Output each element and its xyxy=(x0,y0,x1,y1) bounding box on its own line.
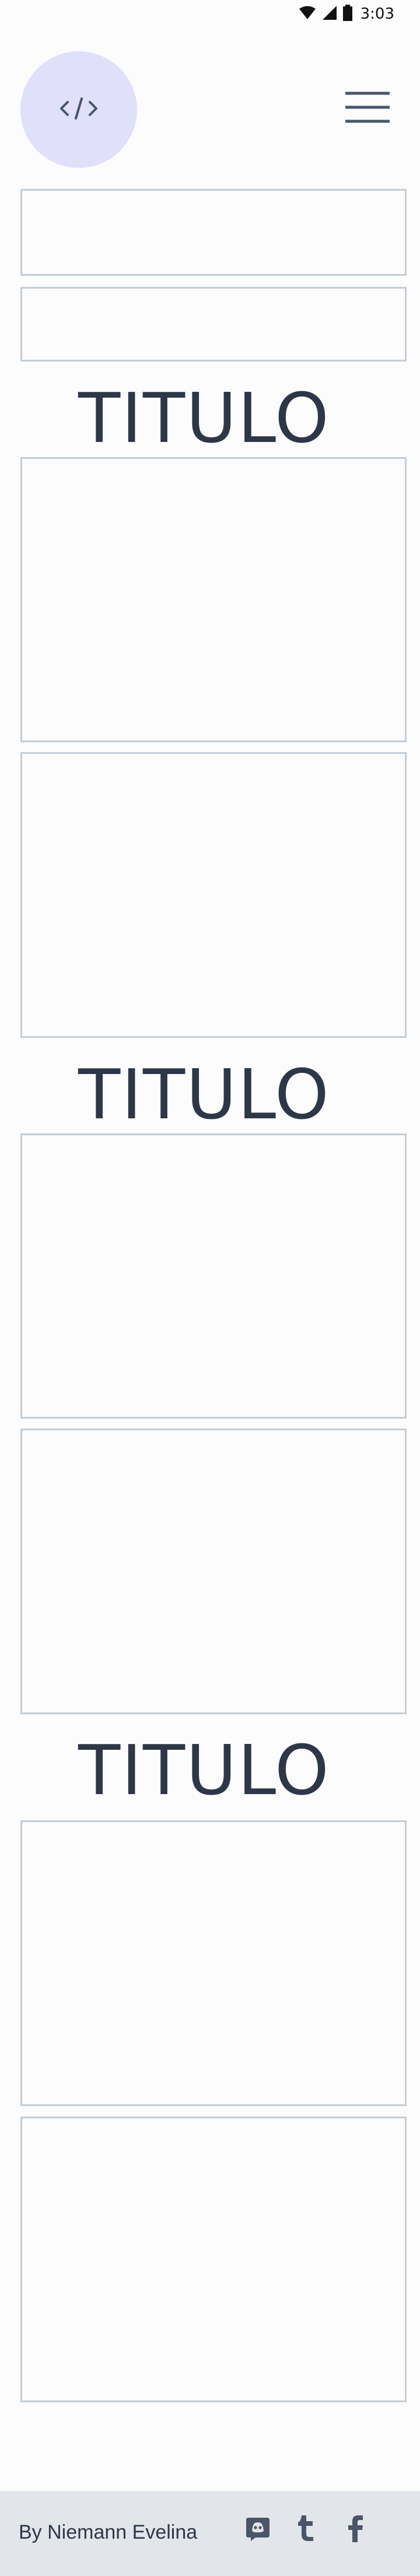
status-icons: 3:03 xyxy=(299,5,394,23)
tumblr-icon xyxy=(295,2514,316,2545)
status-bar: 3:03 xyxy=(0,0,420,28)
facebook-icon xyxy=(347,2514,365,2545)
content-card xyxy=(20,457,407,742)
signal-icon xyxy=(322,5,337,23)
logo[interactable] xyxy=(20,51,137,168)
content-card xyxy=(20,1820,407,2106)
content-card xyxy=(20,1429,407,1714)
top-box xyxy=(20,189,407,276)
section-title: TITULO xyxy=(78,378,330,458)
section-title: TITULO xyxy=(78,1054,330,1135)
discord-icon xyxy=(245,2515,271,2543)
code-icon xyxy=(58,94,99,125)
tumblr-link[interactable] xyxy=(289,2513,322,2546)
section-title: TITULO xyxy=(78,1730,330,1810)
content-card xyxy=(20,752,407,1038)
footer: By Niemann Evelina xyxy=(0,2491,420,2576)
battery-icon xyxy=(342,5,352,23)
status-time: 3:03 xyxy=(360,5,394,23)
menu-button[interactable] xyxy=(344,87,391,129)
hamburger-menu-icon xyxy=(344,90,391,127)
footer-author: By Niemann Evelina xyxy=(19,2521,198,2543)
facebook-link[interactable] xyxy=(340,2513,372,2546)
content-card xyxy=(20,1133,407,1419)
top-box xyxy=(20,287,407,362)
discord-link[interactable] xyxy=(242,2513,274,2546)
content-card xyxy=(20,2117,407,2402)
wifi-icon xyxy=(299,6,316,22)
